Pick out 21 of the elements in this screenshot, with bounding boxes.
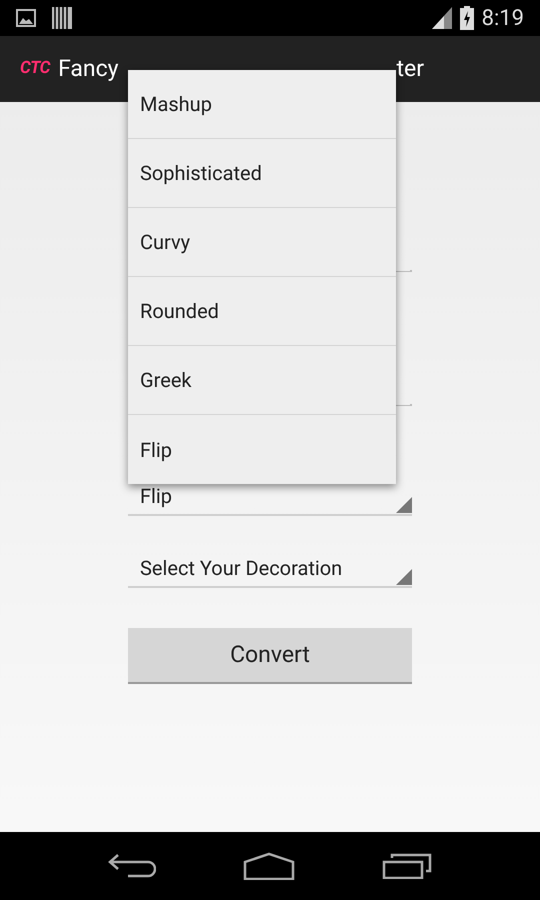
app-logo: CTC bbox=[20, 57, 50, 80]
barcode-icon bbox=[52, 7, 72, 29]
convert-button[interactable]: Convert bbox=[128, 628, 412, 684]
triangle-icon bbox=[396, 497, 412, 513]
triangle-icon bbox=[396, 569, 412, 585]
menu-item[interactable]: Curvy bbox=[128, 208, 396, 277]
menu-item[interactable]: Mashup bbox=[128, 70, 396, 139]
app-title: ter bbox=[396, 54, 424, 84]
menu-item[interactable]: Rounded bbox=[128, 277, 396, 346]
signal-icon bbox=[432, 7, 452, 29]
app-title: Fancy bbox=[58, 54, 119, 84]
dropdown-spinner[interactable]: Select Your Decoration bbox=[128, 550, 412, 588]
image-icon bbox=[16, 9, 36, 27]
menu-item[interactable]: Flip bbox=[128, 415, 396, 484]
home-icon[interactable] bbox=[242, 852, 295, 880]
back-icon[interactable] bbox=[108, 853, 156, 879]
menu-item[interactable]: Sophisticated bbox=[128, 139, 396, 208]
battery-icon bbox=[460, 6, 474, 30]
menu-item[interactable]: Greek bbox=[128, 346, 396, 415]
recent-apps-icon[interactable] bbox=[382, 853, 432, 879]
clock-time: 8:19 bbox=[482, 4, 524, 32]
